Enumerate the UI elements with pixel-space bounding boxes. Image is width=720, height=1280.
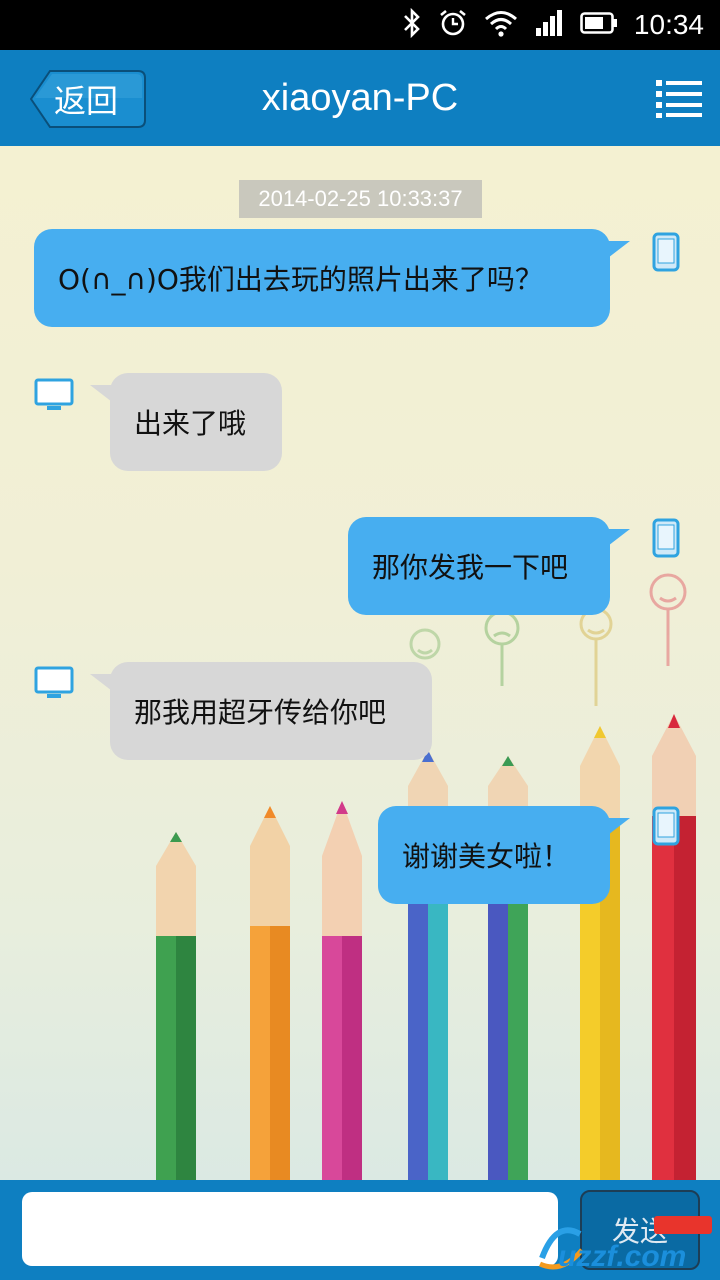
chat-area[interactable]: 2014-02-25 10:33:37 O(∩_∩)O我们出去玩的照片出来了吗？… <box>0 146 720 1180</box>
message-text: O(∩_∩)O我们出去玩的照片出来了吗？ <box>58 263 543 296</box>
phone-icon[interactable] <box>652 518 680 562</box>
message-bubble-sent[interactable]: 那你发我一下吧 <box>348 517 630 615</box>
message-bubble-sent[interactable]: O(∩_∩)O我们出去玩的照片出来了吗？ <box>34 229 630 327</box>
bubble-tail <box>90 385 116 405</box>
message-text: 那你发我一下吧 <box>372 551 569 584</box>
status-time: 10:34 <box>633 9 704 40</box>
message-text: 谢谢美女啦！ <box>402 840 571 873</box>
bubble-tail <box>604 818 630 838</box>
message-text: 那我用超牙传给你吧 <box>134 696 387 729</box>
message-bubble-received[interactable]: 那我用超牙传给你吧 <box>90 662 432 760</box>
list-menu-icon[interactable] <box>656 78 702 118</box>
back-button[interactable]: 返回 <box>30 70 146 128</box>
bubble-tail <box>90 674 116 694</box>
message-text: 出来了哦 <box>134 407 247 440</box>
battery-icon <box>580 12 618 38</box>
status-bar: 10:34 <box>0 0 720 50</box>
page-title: xiaoyan-PC <box>261 77 459 119</box>
back-button-label: 返回 <box>54 82 119 120</box>
phone-icon[interactable] <box>652 232 680 276</box>
uzzf-watermark-logo: uzzf.com <box>536 1214 716 1274</box>
message-timestamp: 2014-02-25 10:33:37 <box>239 180 482 218</box>
message-bubble-sent[interactable]: 谢谢美女啦！ <box>378 806 630 904</box>
message-bubble-received[interactable]: 出来了哦 <box>90 373 282 471</box>
phone-icon[interactable] <box>652 806 680 850</box>
monitor-icon[interactable] <box>34 666 74 704</box>
bubble-tail <box>604 529 630 549</box>
message-input[interactable] <box>22 1192 558 1266</box>
monitor-icon[interactable] <box>34 378 74 416</box>
wifi-icon <box>484 9 518 41</box>
svg-text:uzzf.com: uzzf.com <box>558 1240 686 1273</box>
header-bar: 返回 xiaoyan-PC <box>0 50 720 146</box>
bubble-tail <box>604 241 630 261</box>
bluetooth-icon <box>402 7 422 42</box>
signal-icon <box>534 8 564 42</box>
alarm-icon <box>438 8 468 42</box>
